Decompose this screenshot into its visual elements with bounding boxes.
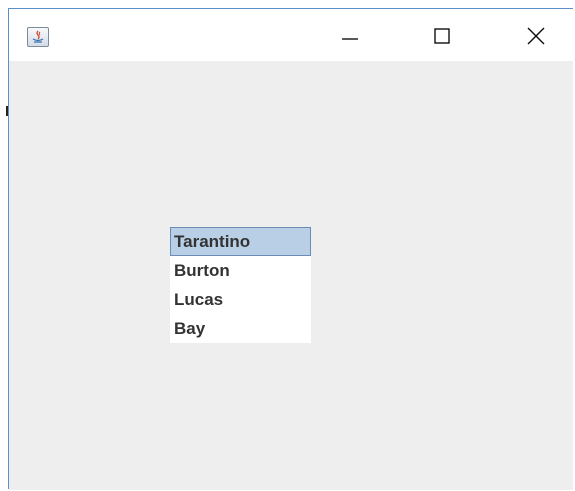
close-icon <box>527 27 545 45</box>
close-button[interactable] <box>511 19 561 53</box>
list-item[interactable]: Lucas <box>170 285 311 314</box>
list-item[interactable]: Bay <box>170 314 311 343</box>
maximize-button[interactable] <box>417 19 467 53</box>
list-item[interactable]: Tarantino <box>170 227 311 256</box>
minimize-button[interactable] <box>325 19 375 53</box>
java-cup-icon[interactable] <box>27 27 49 47</box>
title-bar[interactable] <box>9 9 573 61</box>
app-window: Tarantino Burton Lucas Bay <box>8 8 573 490</box>
director-list[interactable]: Tarantino Burton Lucas Bay <box>170 227 311 343</box>
minimize-icon <box>342 38 358 40</box>
content-pane: Tarantino Burton Lucas Bay <box>9 61 573 490</box>
list-item[interactable]: Burton <box>170 256 311 285</box>
maximize-icon <box>434 28 450 44</box>
